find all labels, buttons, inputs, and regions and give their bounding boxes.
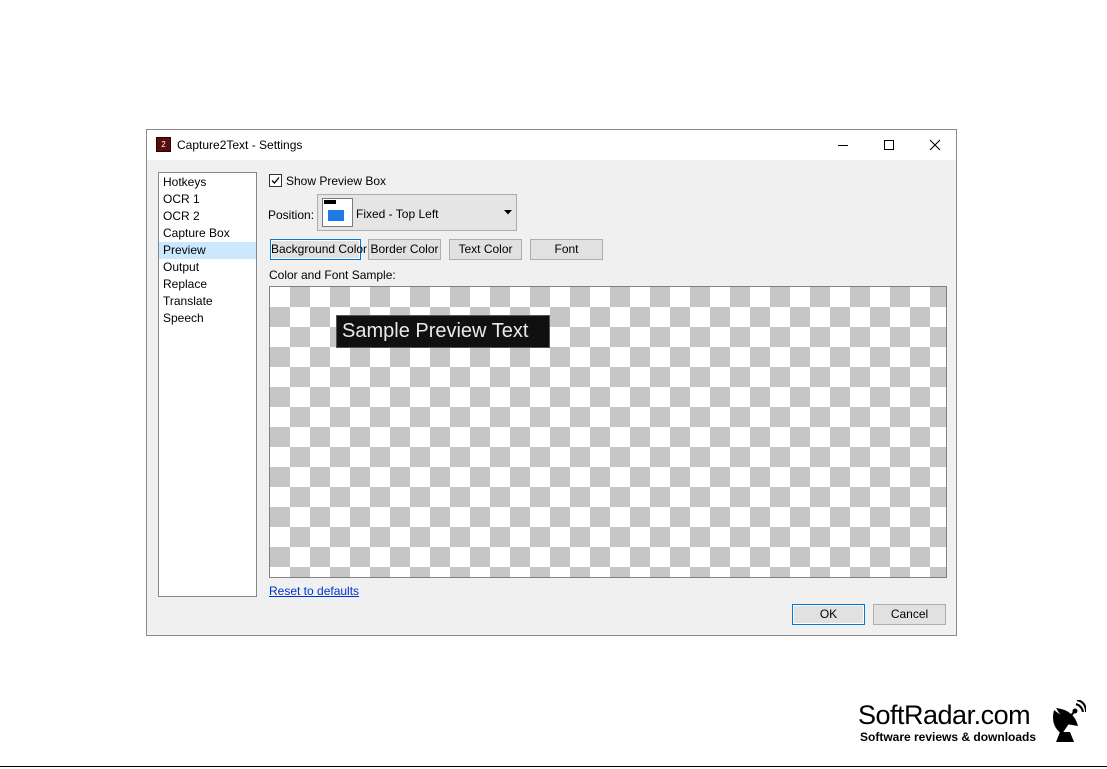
font-button[interactable]: Font <box>530 239 603 260</box>
position-label: Position: <box>268 208 315 222</box>
sidebar-item-ocr2[interactable]: OCR 2 <box>159 208 256 225</box>
sidebar-item-replace[interactable]: Replace <box>159 276 256 293</box>
settings-window: 2 Capture2Text - Settings Hotkeys OCR 1 … <box>146 129 957 636</box>
settings-category-list[interactable]: Hotkeys OCR 1 OCR 2 Capture Box Preview … <box>158 172 257 597</box>
maximize-button[interactable] <box>866 130 912 160</box>
sidebar-item-translate[interactable]: Translate <box>159 293 256 310</box>
checkmark-icon <box>271 177 280 184</box>
sidebar-item-preview[interactable]: Preview <box>159 242 256 259</box>
close-icon <box>929 139 941 151</box>
position-preview-icon <box>322 198 353 227</box>
ok-button[interactable]: OK <box>792 604 865 625</box>
minimize-button[interactable] <box>820 130 866 160</box>
bottom-border-line <box>0 766 1107 767</box>
close-button[interactable] <box>912 130 958 160</box>
chevron-down-icon <box>504 210 512 215</box>
watermark-subtitle: Software reviews & downloads <box>860 730 1037 744</box>
text-color-button[interactable]: Text Color <box>449 239 522 260</box>
sidebar-item-hotkeys[interactable]: Hotkeys <box>159 174 256 191</box>
sample-preview-text: Sample Preview Text <box>336 315 550 348</box>
sidebar-item-capture-box[interactable]: Capture Box <box>159 225 256 242</box>
border-color-button[interactable]: Border Color <box>368 239 441 260</box>
minimize-icon <box>838 145 848 146</box>
window-title: Capture2Text - Settings <box>177 138 303 152</box>
cancel-button[interactable]: Cancel <box>873 604 946 625</box>
background-color-button[interactable]: Background Color <box>270 239 367 260</box>
sidebar-item-output[interactable]: Output <box>159 259 256 276</box>
maximize-icon <box>884 140 894 150</box>
sample-label: Color and Font Sample: <box>269 268 396 282</box>
watermark-title: SoftRadar.com <box>858 700 1031 730</box>
satellite-dish-icon <box>1053 700 1086 742</box>
sidebar-item-speech[interactable]: Speech <box>159 310 256 327</box>
app-icon: 2 <box>156 137 171 152</box>
reset-to-defaults-link[interactable]: Reset to defaults <box>269 584 359 598</box>
show-preview-box-checkbox[interactable] <box>269 174 282 187</box>
color-font-sample-area: Sample Preview Text <box>269 286 947 578</box>
position-dropdown[interactable]: Fixed - Top Left <box>317 194 517 231</box>
show-preview-box-label: Show Preview Box <box>286 174 387 188</box>
title-bar[interactable]: 2 Capture2Text - Settings <box>147 130 956 160</box>
position-selected-value: Fixed - Top Left <box>356 207 439 221</box>
sidebar-item-ocr1[interactable]: OCR 1 <box>159 191 256 208</box>
